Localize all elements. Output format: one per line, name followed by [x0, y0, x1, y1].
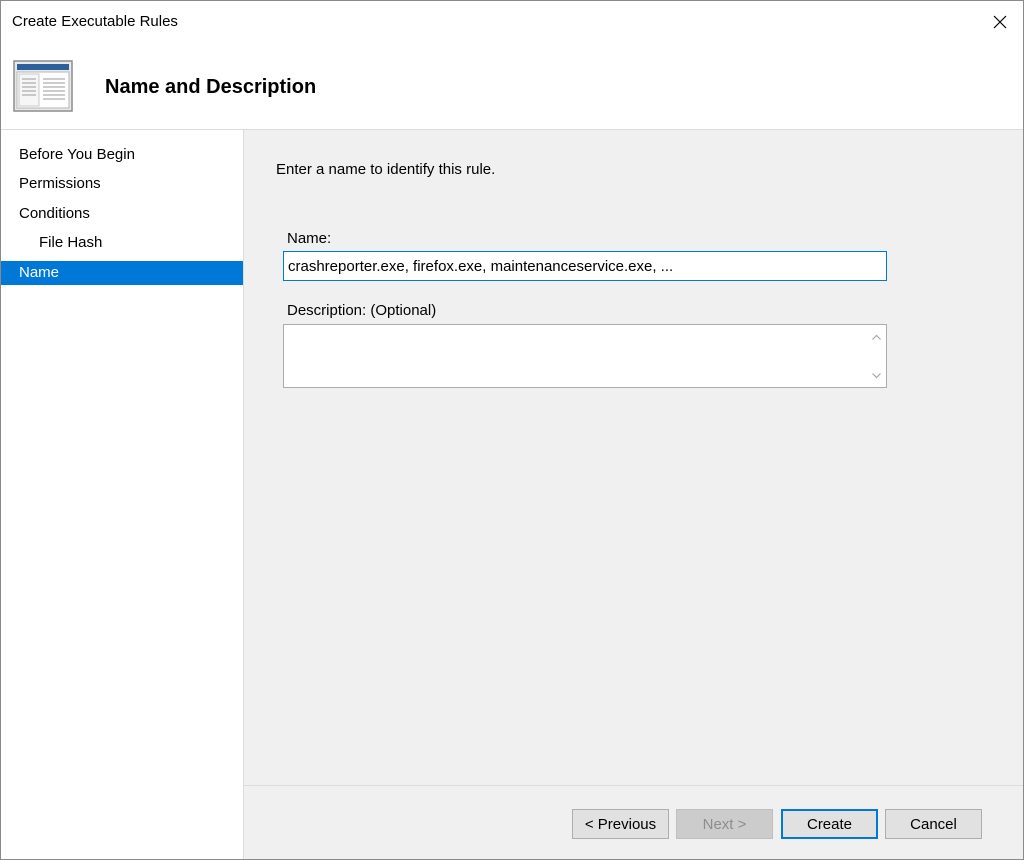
- previous-button[interactable]: < Previous: [572, 809, 669, 839]
- wizard-window: Create Executable Rules Name and Descrip…: [0, 0, 1024, 860]
- name-input[interactable]: [283, 251, 887, 281]
- wizard-page-icon: [13, 60, 73, 112]
- wizard-steps-sidebar: Before You Begin Permissions Conditions …: [1, 130, 244, 859]
- description-field[interactable]: [283, 324, 887, 388]
- description-scrollbar[interactable]: [867, 325, 886, 387]
- close-button[interactable]: [977, 1, 1023, 43]
- wizard-content: Enter a name to identify this rule. Name…: [244, 130, 1023, 859]
- page-title: Name and Description: [105, 76, 317, 98]
- chevron-down-icon: [872, 372, 881, 378]
- chevron-up-icon: [872, 334, 881, 340]
- close-icon: [993, 15, 1007, 29]
- cancel-button[interactable]: Cancel: [885, 809, 982, 839]
- intro-text: Enter a name to identify this rule.: [276, 161, 496, 178]
- scroll-up-button[interactable]: [867, 327, 886, 346]
- name-label: Name:: [287, 230, 332, 247]
- sidebar-step-name[interactable]: Name: [1, 261, 243, 285]
- sidebar-step-before-you-begin[interactable]: Before You Begin: [1, 143, 243, 167]
- description-label: Description: (Optional): [287, 302, 437, 319]
- sidebar-step-file-hash[interactable]: File Hash: [1, 231, 243, 255]
- title-bar: Create Executable Rules: [1, 1, 1023, 43]
- window-title: Create Executable Rules: [12, 13, 178, 30]
- scroll-down-button[interactable]: [867, 366, 886, 385]
- sidebar-step-permissions[interactable]: Permissions: [1, 172, 243, 196]
- footer-separator: [244, 785, 1023, 786]
- create-button[interactable]: Create: [781, 809, 878, 839]
- sidebar-step-conditions[interactable]: Conditions: [1, 202, 243, 226]
- next-button: Next >: [676, 809, 773, 839]
- description-textarea[interactable]: [284, 325, 868, 387]
- wizard-header: Name and Description: [1, 43, 1023, 130]
